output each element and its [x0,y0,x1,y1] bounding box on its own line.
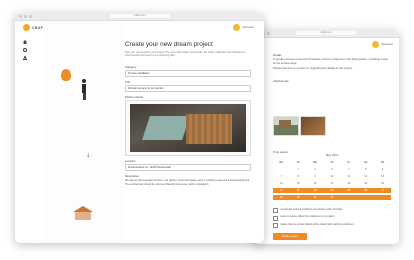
consent-checkbox-row[interactable]: I accept the terms & conditions and priv… [273,208,391,214]
consent-checks: I accept the terms & conditions and priv… [273,206,391,228]
calendar-day[interactable]: 22 [289,187,307,193]
back-browser-window: crafty.com Username Details A wooden ter… [253,30,399,244]
checkbox-label: I want to receive offers from craftsmen … [280,215,335,219]
category-label: Category [125,65,137,70]
calendar-month: May 2023 [325,153,339,157]
checkbox[interactable] [273,222,278,228]
checkbox-label: I accept the terms & conditions and priv… [280,208,343,211]
front-window-titlebar: crafty.com [15,13,264,21]
user-avatar[interactable] [372,41,380,48]
user-label[interactable]: Username [242,26,254,29]
calendar-day[interactable]: 12 [357,174,374,179]
attachment-thumb-house[interactable] [273,116,299,136]
calendar-day[interactable]: 13 [374,174,391,179]
user-avatar[interactable] [233,24,241,31]
calendar-day[interactable]: 24 [323,187,341,193]
calendar-day[interactable]: 30 [306,194,324,200]
picture-upload-area[interactable] [125,100,251,157]
calendar: May 2023 Mo Tu We Th Fr Sa Su 1 2 3 4 5 6 7 8 9 10 11 12 13… [273,153,391,200]
home-icon[interactable] [23,40,27,44]
user-icon[interactable] [23,56,27,60]
title-label: Title [125,80,131,85]
uploaded-picture [130,104,246,153]
calendar-day[interactable]: 28 [273,194,290,200]
house-illustration [73,206,93,220]
calendar-day[interactable]: 5 [357,167,374,172]
calendar-weekday: Th [330,160,334,164]
calendar-day[interactable]: 10 [324,174,341,179]
calendar-day[interactable]: 2 [307,167,324,172]
address-bar[interactable]: crafty.com [296,31,356,35]
calendar-day[interactable]: 18 [340,181,357,186]
person-figure [81,79,87,101]
calendar-day[interactable]: 27 [374,187,391,193]
calendar-grid: Mo Tu We Th Fr Sa Su 1 2 3 4 5 6 7 8 9 10 11 12 13 14 15 16 17 1… [273,160,391,200]
picture-upload-label: Picture upload [125,95,143,100]
calendar-day[interactable]: 31 [323,194,341,200]
calendar-day[interactable]: 3 [324,167,341,172]
page-title: Create your new dream project [125,41,213,48]
checkbox-label: I agree that my contact details will be … [280,222,355,226]
illustration-panel: ↓ [43,21,123,243]
calendar-day[interactable]: 19 [357,181,374,186]
user-label[interactable]: Username [381,43,393,47]
description-label: Description [125,174,139,179]
calendar-day[interactable]: 26 [357,187,375,193]
project-form: Create your new dream project Here you c… [125,41,251,186]
calendar-day [273,167,290,172]
location-input[interactable]: Musterstrasse 12, 12345 Musterstadt [125,164,251,172]
consent-checkbox-row[interactable]: I want to receive offers from craftsmen … [273,215,391,221]
front-browser-window: crafty.com CRAFTY Username ↓ Create your… [15,13,264,243]
crafty-logo-icon[interactable] [23,24,30,31]
calendar-day[interactable]: 11 [340,174,357,179]
title-input[interactable]: Wooden terrace for our garden [125,85,251,93]
calendar-weekday: Tu [296,160,300,164]
calendar-weekday: Fr [347,160,351,164]
calendar-day[interactable]: 1 [290,167,307,172]
note-text: Please feel free to contact us regarding… [273,66,353,71]
calendar-day[interactable]: 23 [306,187,324,193]
calendar-day [374,194,391,200]
calendar-day[interactable]: 14 [273,181,290,186]
checkbox[interactable] [273,215,278,221]
calendar-day [357,194,375,200]
calendar-day[interactable]: 6 [374,167,391,172]
arrow-down-icon: ↓ [86,150,90,159]
create-project-button[interactable]: Create project [273,233,307,240]
calendar-day[interactable]: 17 [324,181,341,186]
calendar-day[interactable]: 20 [374,181,391,186]
calendar-weekday: Su [380,160,385,164]
location-label: Location [125,159,136,164]
calendar-day[interactable]: 15 [290,181,307,186]
intro-text: Here you can describe your project. The … [125,51,246,58]
consent-checkbox-row[interactable]: I agree that my contact details will be … [273,223,391,228]
details-text: A wooden terrace of around 20 square met… [273,57,389,65]
settings-icon[interactable] [23,48,27,52]
category-select[interactable]: Terrace installation [125,70,251,78]
description-text[interactable]: We want to build a wooden terrace in our… [125,179,251,185]
window-controls[interactable] [19,15,32,18]
attachment-thumb-terrace[interactable] [300,116,326,136]
address-bar[interactable]: crafty.com [109,14,170,18]
calendar-day [340,194,358,200]
calendar-day[interactable]: 8 [290,174,307,179]
back-window-titlebar: crafty.com [253,30,399,38]
calendar-day[interactable]: 25 [340,187,358,193]
calendar-weekday: Mo [279,160,284,164]
calendar-day[interactable]: 7 [273,174,290,179]
checkbox[interactable] [273,208,278,214]
calendar-weekday: Sa [364,160,368,164]
calendar-day[interactable]: 16 [307,181,324,186]
calendar-day[interactable]: 29 [289,194,307,200]
lightbulb-icon [61,69,71,81]
calendar-day[interactable]: 9 [307,174,324,179]
attachments-label: Attachments [273,78,289,83]
calendar-day[interactable]: 4 [340,167,357,172]
calendar-day[interactable]: 21 [273,187,290,193]
calendar-weekday: We [313,160,318,164]
